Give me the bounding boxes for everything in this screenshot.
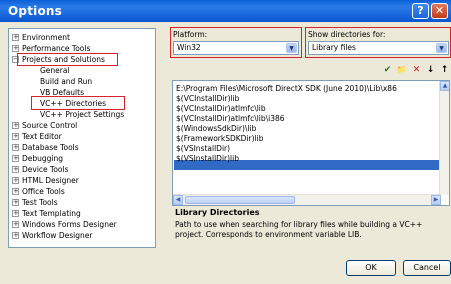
chevron-down-icon[interactable]: ▼: [286, 43, 297, 53]
expand-icon[interactable]: +: [12, 177, 19, 184]
tree-item-label: Office Tools: [22, 187, 65, 196]
list-item[interactable]: $(FrameworkSDKDir)lib: [176, 134, 263, 144]
help-button[interactable]: ?: [412, 3, 429, 19]
expand-icon[interactable]: +: [12, 34, 19, 41]
show-directories-label: Show directories for:: [308, 30, 386, 39]
expand-icon[interactable]: +: [12, 122, 19, 129]
tree-item-label: Test Tools: [22, 198, 58, 207]
platform-value: Win32: [177, 43, 201, 52]
title-bar: Options ? ✕: [0, 0, 451, 22]
expand-icon[interactable]: +: [12, 155, 19, 162]
tree-item-label: Workflow Designer: [22, 231, 93, 240]
expand-icon[interactable]: +: [12, 144, 19, 151]
tree-item-label: Build and Run: [40, 77, 93, 86]
description-title: Library Directories: [175, 208, 260, 217]
folder-icon[interactable]: 📁: [395, 64, 408, 76]
platform-select[interactable]: Win32 ▼: [173, 41, 299, 55]
vertical-scrollbar[interactable]: ▲: [439, 81, 449, 195]
platform-label: Platform:: [173, 30, 208, 39]
list-item[interactable]: $(WindowsSdkDir)\lib: [176, 124, 256, 134]
expand-icon[interactable]: +: [12, 45, 19, 52]
tree-item-label: Text Editor: [22, 132, 62, 141]
tree-item-label: VC++ Project Settings: [40, 110, 125, 119]
move-up-icon[interactable]: ↑: [438, 64, 451, 76]
horizontal-scrollbar[interactable]: ◀ ▶: [173, 194, 441, 205]
expand-icon[interactable]: +: [12, 221, 19, 228]
list-item[interactable]: $(VSInstallDir): [176, 144, 230, 154]
tree-item-label: Debugging: [22, 154, 64, 163]
tree-item-label: General: [40, 66, 70, 75]
options-dialog: Options ? ✕ + Environment + Performance …: [0, 0, 451, 284]
list-item[interactable]: E:\Program Files\Microsoft DirectX SDK (…: [176, 84, 397, 94]
description-panel: Library Directories Path to use when sea…: [172, 208, 450, 255]
tree-item-label: Database Tools: [22, 143, 79, 152]
show-directories-value: Library files: [312, 43, 356, 52]
show-directories-select[interactable]: Library files ▼: [308, 41, 449, 55]
list-item[interactable]: $(VSInstallDir)lib: [176, 154, 239, 164]
tree-item-vc-project-settings[interactable]: VC++ Project Settings: [40, 109, 124, 120]
expand-icon[interactable]: +: [12, 199, 19, 206]
tree-item-general[interactable]: General: [40, 65, 70, 76]
ok-button[interactable]: OK: [346, 260, 396, 276]
scroll-up-icon[interactable]: ▲: [440, 81, 449, 91]
horizontal-scroll-thumb[interactable]: [185, 196, 295, 204]
expand-icon[interactable]: +: [12, 133, 19, 140]
chevron-down-icon[interactable]: ▼: [436, 43, 447, 53]
tree-item-label: Source Control: [22, 121, 78, 130]
list-item[interactable]: $(VCInstallDir)atlmfc\lib: [176, 104, 266, 114]
tree-item-label: Environment: [22, 33, 70, 42]
expand-icon[interactable]: +: [12, 210, 19, 217]
cancel-button[interactable]: Cancel: [403, 260, 451, 276]
check-icon[interactable]: ✔: [381, 64, 394, 76]
expand-icon[interactable]: +: [12, 166, 19, 173]
window-title: Options: [8, 4, 62, 18]
delete-icon[interactable]: ✕: [410, 64, 423, 76]
close-button[interactable]: ✕: [431, 3, 448, 19]
description-text: Path to use when searching for library f…: [175, 220, 423, 239]
tree-item-build-and-run[interactable]: Build and Run: [40, 76, 92, 87]
scroll-left-icon[interactable]: ◀: [173, 195, 183, 205]
scroll-right-icon[interactable]: ▶: [431, 195, 441, 205]
directories-list[interactable]: E:\Program Files\Microsoft DirectX SDK (…: [172, 80, 450, 206]
list-item[interactable]: $(VCInstallDir)lib: [176, 94, 239, 104]
list-item[interactable]: $(VCInstallDir)atlmfc\lib\i386: [176, 114, 285, 124]
move-down-icon[interactable]: ↓: [424, 64, 437, 76]
tree-item-label: Windows Forms Designer: [22, 220, 117, 229]
tree-item-label: Device Tools: [22, 165, 69, 174]
tree-item-label: Text Templating: [22, 209, 81, 218]
options-tree[interactable]: + Environment + Performance Tools − Proj…: [8, 28, 156, 248]
expand-icon[interactable]: +: [12, 232, 19, 239]
tree-item-label: HTML Designer: [22, 176, 79, 185]
highlight-box: [31, 96, 125, 110]
expand-icon[interactable]: +: [12, 188, 19, 195]
